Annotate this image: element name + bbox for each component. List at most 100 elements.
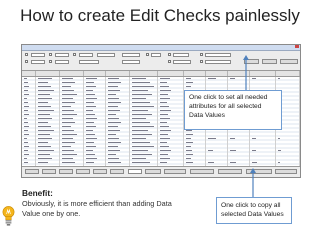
grid-cell — [62, 162, 75, 163]
grid-cell — [160, 82, 167, 83]
grid-cell — [38, 110, 54, 111]
footer-input[interactable] — [128, 169, 142, 174]
grid-cell — [186, 146, 191, 147]
checkbox[interactable] — [25, 60, 28, 63]
toolbar — [22, 51, 300, 71]
input-field[interactable] — [55, 60, 69, 64]
grid-cell — [108, 110, 120, 111]
input-field[interactable] — [55, 53, 69, 57]
grid-column-divider — [157, 77, 158, 170]
grid-cell — [278, 162, 280, 163]
grid-cell — [132, 146, 154, 147]
grid-cell — [24, 146, 29, 147]
footer-button[interactable] — [93, 169, 107, 174]
footer-button[interactable] — [145, 169, 161, 174]
grid-cell — [186, 82, 193, 83]
grid-cell — [160, 118, 170, 119]
input-field[interactable] — [173, 60, 191, 64]
checkbox[interactable] — [146, 53, 149, 56]
grid-cell — [132, 114, 152, 115]
grid-cell — [132, 90, 148, 91]
checkbox[interactable] — [168, 53, 171, 56]
clear-button[interactable] — [280, 59, 298, 64]
footer-button[interactable] — [76, 169, 90, 174]
input-field[interactable] — [122, 60, 140, 64]
grid-cell — [186, 138, 191, 139]
copy-by-value-button[interactable] — [275, 169, 297, 174]
grid-cell — [132, 110, 148, 111]
copy-all-selected-data-values-button[interactable] — [246, 169, 272, 174]
grid-cell — [62, 134, 77, 135]
grid-cell — [160, 138, 170, 139]
grid-cell — [132, 162, 150, 163]
footer-button[interactable] — [110, 169, 124, 174]
checkbox[interactable] — [200, 53, 203, 56]
insert-button[interactable] — [262, 59, 277, 64]
grid-cell — [108, 154, 116, 155]
column-header[interactable] — [22, 71, 36, 76]
copy-to-button[interactable] — [218, 169, 242, 174]
grid-cell — [108, 138, 119, 139]
column-header[interactable] — [228, 71, 250, 76]
input-field[interactable] — [97, 53, 115, 57]
column-header[interactable] — [276, 71, 300, 76]
checkbox[interactable] — [200, 60, 203, 63]
grid-cell — [86, 86, 96, 87]
grid-cell — [24, 158, 27, 159]
grid-cell — [186, 158, 191, 159]
grid-cell — [24, 162, 28, 163]
input-field[interactable] — [173, 53, 189, 57]
grid-cell — [38, 150, 54, 151]
grid-cell — [38, 86, 51, 87]
input-field[interactable] — [79, 60, 99, 64]
column-header[interactable] — [250, 71, 276, 76]
input-field[interactable] — [205, 60, 231, 64]
footer-button[interactable] — [42, 169, 56, 174]
grid-cell — [38, 78, 52, 79]
grid-column-divider — [129, 77, 130, 170]
grid-cell — [86, 114, 95, 115]
input-field[interactable] — [151, 53, 161, 57]
checkbox[interactable] — [49, 60, 52, 63]
input-field[interactable] — [31, 60, 45, 64]
grid-cell — [24, 90, 28, 91]
footer-button[interactable] — [25, 169, 39, 174]
column-header[interactable] — [206, 71, 228, 76]
benefit-text: Obviously, it is more efficient than add… — [22, 199, 172, 218]
input-field[interactable] — [205, 53, 231, 57]
column-header[interactable] — [60, 71, 84, 76]
input-field[interactable] — [31, 53, 45, 57]
grid-cell — [208, 138, 216, 139]
grid-cell — [108, 114, 116, 115]
checkbox[interactable] — [49, 53, 52, 56]
grid-column-divider — [299, 77, 300, 170]
grid-cell — [86, 78, 97, 79]
column-header[interactable] — [106, 71, 130, 76]
grid-cell — [24, 150, 28, 151]
grid-cell — [160, 122, 167, 123]
column-header[interactable] — [84, 71, 106, 76]
grid-cell — [24, 134, 29, 135]
column-header[interactable] — [130, 71, 158, 76]
grid-cell — [186, 154, 193, 155]
apply-button[interactable] — [244, 59, 259, 64]
grid-cell — [108, 94, 116, 95]
checkbox[interactable] — [73, 53, 76, 56]
input-field[interactable] — [79, 53, 93, 57]
column-header[interactable] — [36, 71, 60, 76]
close-icon[interactable] — [295, 45, 299, 48]
footer-button[interactable] — [59, 169, 73, 174]
input-field[interactable] — [122, 53, 140, 57]
checkbox[interactable] — [25, 53, 28, 56]
copy-from-button[interactable] — [190, 169, 214, 174]
grid-cell — [38, 114, 50, 115]
grid-cell — [160, 158, 170, 159]
grid-cell — [160, 126, 169, 127]
footer-button[interactable] — [164, 169, 186, 174]
grid-cell — [278, 138, 280, 139]
column-header[interactable] — [158, 71, 184, 76]
checkbox[interactable] — [168, 60, 171, 63]
grid-cell — [38, 122, 48, 123]
column-header[interactable] — [184, 71, 206, 76]
grid-cell — [108, 130, 120, 131]
